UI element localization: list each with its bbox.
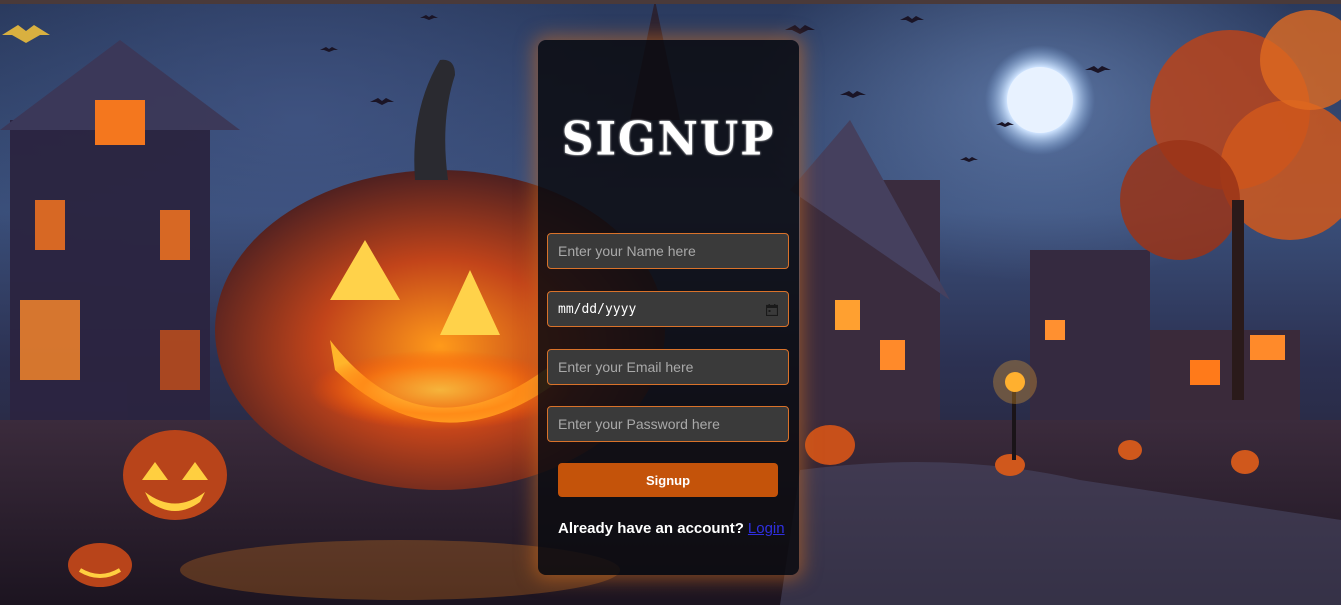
jack-o-lantern-small-bottom: [68, 543, 132, 587]
email-field[interactable]: [547, 349, 789, 385]
calendar-icon[interactable]: [765, 303, 779, 317]
signup-card: SIGNUP mm/dd/yyyy Signup Already have an…: [538, 40, 799, 575]
password-field[interactable]: [547, 406, 789, 442]
moon-core: [1007, 67, 1073, 133]
login-prompt: Already have an account? Login: [558, 520, 785, 537]
name-field[interactable]: [547, 233, 789, 269]
left-houses: [0, 40, 240, 420]
jack-o-lantern-small-left: [123, 430, 227, 520]
login-prompt-text: Already have an account?: [558, 520, 744, 537]
window-top-border: [0, 0, 1341, 4]
login-link[interactable]: Login: [748, 520, 785, 537]
date-field[interactable]: mm/dd/yyyy: [547, 291, 789, 327]
bat-top-left: [2, 25, 50, 43]
page-title: SIGNUP: [561, 112, 776, 167]
date-field-value: mm/dd/yyyy: [558, 301, 637, 317]
signup-button[interactable]: Signup: [558, 463, 778, 497]
